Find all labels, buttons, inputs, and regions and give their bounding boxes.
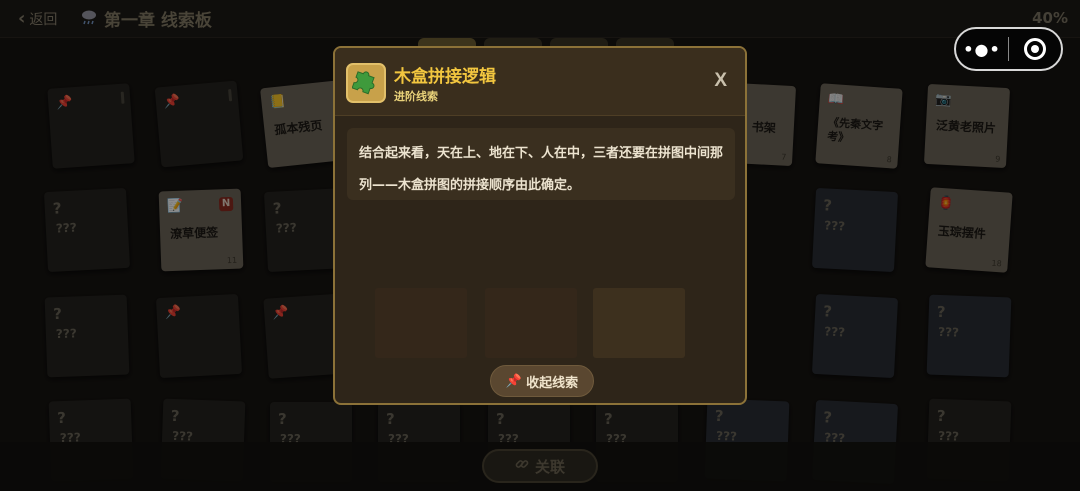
close-button[interactable]: X <box>714 70 727 92</box>
target-circle-icon[interactable] <box>1009 38 1061 60</box>
puzzle-piece-icon <box>346 63 386 103</box>
modal-background-texture <box>335 288 745 362</box>
system-capsule: •●• <box>954 27 1063 71</box>
modal-subtitle: 进阶线索 <box>394 90 438 103</box>
modal-header: 木盒拼接逻辑 进阶线索 X <box>335 48 745 116</box>
clue-detail-modal: 木盒拼接逻辑 进阶线索 X 结合起来看，天在上、地在下、人在中，三者还要在拼图中… <box>333 46 747 405</box>
pushpin-icon: 📌 <box>505 373 523 389</box>
ghost-card <box>485 288 577 358</box>
clue-description: 结合起来看，天在上、地在下、人在中，三者还要在拼图中间那列——木盒拼图的拼接顺序… <box>359 146 724 193</box>
more-dots-icon[interactable]: •●• <box>956 40 1008 59</box>
collapse-clue-button[interactable]: 📌 收起线索 <box>490 365 594 397</box>
modal-title: 木盒拼接逻辑 <box>394 67 496 87</box>
collapse-label: 收起线索 <box>526 375 579 391</box>
ghost-card <box>375 288 467 358</box>
ghost-card <box>593 288 685 358</box>
clue-description-box: 结合起来看，天在上、地在下、人在中，三者还要在拼图中间那列——木盒拼图的拼接顺序… <box>347 128 735 200</box>
